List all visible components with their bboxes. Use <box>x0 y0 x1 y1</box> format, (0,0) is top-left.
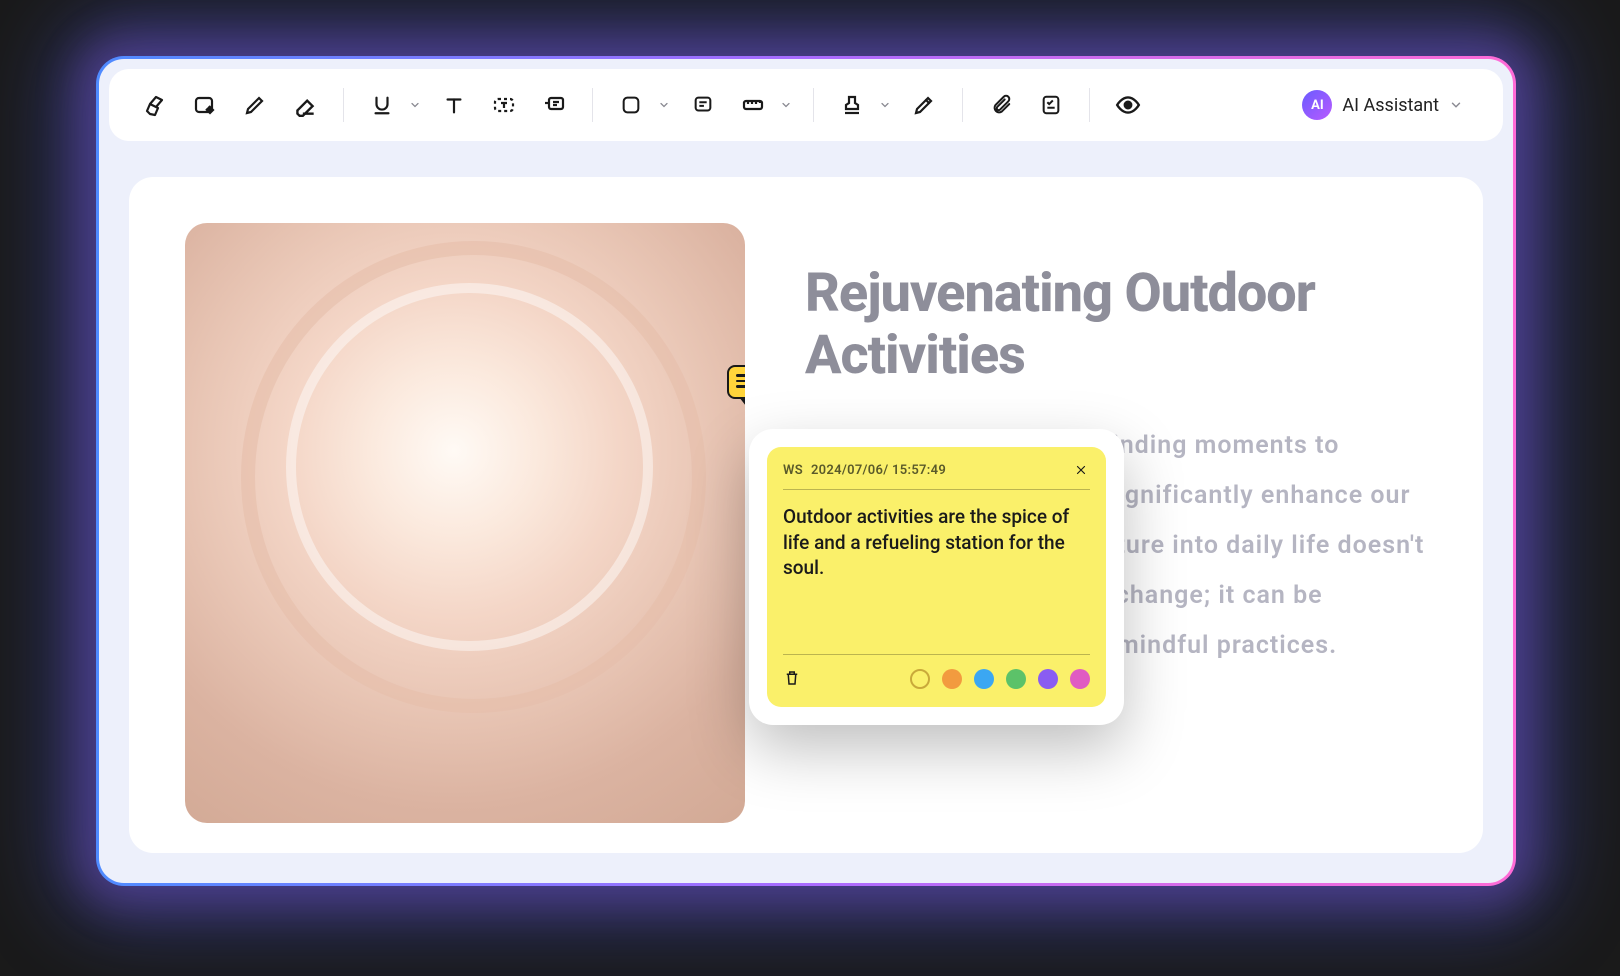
checklist-icon[interactable] <box>1033 87 1069 123</box>
signature-icon[interactable] <box>906 87 942 123</box>
note-header: WS 2024/07/06/ 15:57:49 <box>783 461 1090 489</box>
note-footer <box>783 654 1090 689</box>
delete-icon[interactable] <box>783 669 803 689</box>
chevron-down-icon[interactable] <box>779 98 793 112</box>
app-window: AI AI Assistant Rejuvenating Outdoor Act… <box>96 56 1516 886</box>
toolbar-separator <box>1089 88 1090 122</box>
eraser-icon[interactable] <box>287 87 323 123</box>
note-color-picker <box>910 669 1090 689</box>
ai-assistant-label: AI Assistant <box>1342 95 1439 116</box>
area-highlight-icon[interactable] <box>187 87 223 123</box>
chevron-down-icon[interactable] <box>657 98 671 112</box>
measure-icon[interactable] <box>735 87 771 123</box>
toolbar: AI AI Assistant <box>109 69 1503 141</box>
sticky-note: WS 2024/07/06/ 15:57:49 Outdoor activiti… <box>767 447 1106 707</box>
note-text[interactable]: Outdoor activities are the spice of life… <box>783 504 1090 654</box>
pencil-icon[interactable] <box>237 87 273 123</box>
note-author: WS <box>783 463 803 478</box>
highlighter-icon[interactable] <box>137 87 173 123</box>
toolbar-separator <box>962 88 963 122</box>
underline-icon[interactable] <box>364 87 400 123</box>
toolbar-separator <box>813 88 814 122</box>
color-purple[interactable] <box>1038 669 1058 689</box>
note-icon[interactable] <box>685 87 721 123</box>
toolbar-separator <box>343 88 344 122</box>
divider <box>783 489 1090 490</box>
close-icon[interactable] <box>1072 461 1090 479</box>
textbox-icon[interactable] <box>486 87 522 123</box>
chevron-down-icon <box>1449 98 1463 112</box>
chevron-down-icon[interactable] <box>408 98 422 112</box>
eye-icon[interactable] <box>1110 87 1146 123</box>
attachment-icon[interactable] <box>983 87 1019 123</box>
color-pink[interactable] <box>1070 669 1090 689</box>
ai-assistant-button[interactable]: AI AI Assistant <box>1290 84 1475 126</box>
stamp-icon[interactable] <box>834 87 870 123</box>
ai-badge-icon: AI <box>1302 90 1332 120</box>
color-yellow[interactable] <box>910 669 930 689</box>
toolbar-separator <box>592 88 593 122</box>
sticky-note-popup: WS 2024/07/06/ 15:57:49 Outdoor activiti… <box>749 429 1124 725</box>
color-orange[interactable] <box>942 669 962 689</box>
color-green[interactable] <box>1006 669 1026 689</box>
callout-icon[interactable] <box>536 87 572 123</box>
note-timestamp: 2024/07/06/ 15:57:49 <box>811 463 946 478</box>
color-blue[interactable] <box>974 669 994 689</box>
note-indicator-icon[interactable] <box>727 365 745 399</box>
text-icon[interactable] <box>436 87 472 123</box>
shape-icon[interactable] <box>613 87 649 123</box>
document-title: Rejuvenating Outdoor Activities <box>805 263 1427 387</box>
chevron-down-icon[interactable] <box>878 98 892 112</box>
document-image <box>185 223 745 823</box>
